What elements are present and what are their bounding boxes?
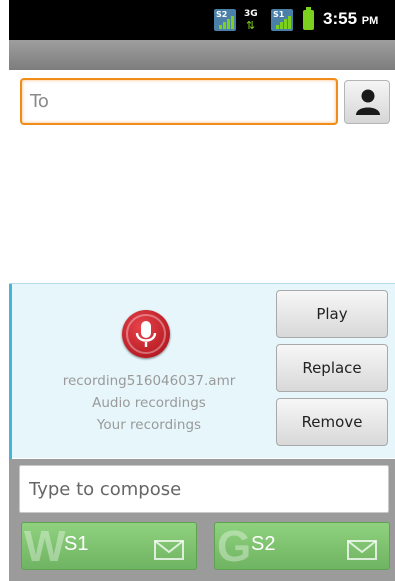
send-label: S1 <box>64 533 89 555</box>
phone-screen: S2 3G ⇅ S1 3:55 PM To recording516046037… <box>9 0 395 581</box>
send-label: S2 <box>251 533 276 555</box>
send-sim1-button[interactable]: W S1 <box>21 522 197 570</box>
sim-signal-icon: S2 <box>214 9 236 31</box>
attachment-type: Audio recordings <box>92 395 206 411</box>
compose-input[interactable] <box>20 466 388 512</box>
attachment-filename: recording516046037.amr <box>62 373 236 389</box>
sim-carrier-watermark: G <box>217 522 252 570</box>
attachment-source: Your recordings <box>96 417 202 433</box>
send-sim2-button[interactable]: G S2 <box>214 522 390 570</box>
play-button[interactable]: Play <box>276 290 388 338</box>
status-bar: S2 3G ⇅ S1 3:55 PM <box>9 0 395 40</box>
envelope-icon <box>347 540 377 560</box>
sim-carrier-watermark: W <box>24 522 66 570</box>
recipient-input[interactable] <box>22 80 336 123</box>
to-field[interactable] <box>20 78 338 125</box>
data-network-icon: 3G ⇅ <box>244 9 258 32</box>
title-bar <box>9 40 395 70</box>
add-contact-button[interactable] <box>344 80 390 124</box>
person-icon <box>356 89 380 115</box>
remove-button[interactable]: Remove <box>276 398 388 446</box>
battery-icon <box>303 7 314 30</box>
status-clock: 3:55 PM <box>323 9 379 28</box>
compose-field[interactable] <box>19 465 389 513</box>
microphone-icon <box>122 310 170 358</box>
envelope-icon <box>154 540 184 560</box>
replace-button[interactable]: Replace <box>276 344 388 392</box>
panel-accent-bar <box>9 284 12 459</box>
sim-signal-icon: S1 <box>271 9 293 31</box>
